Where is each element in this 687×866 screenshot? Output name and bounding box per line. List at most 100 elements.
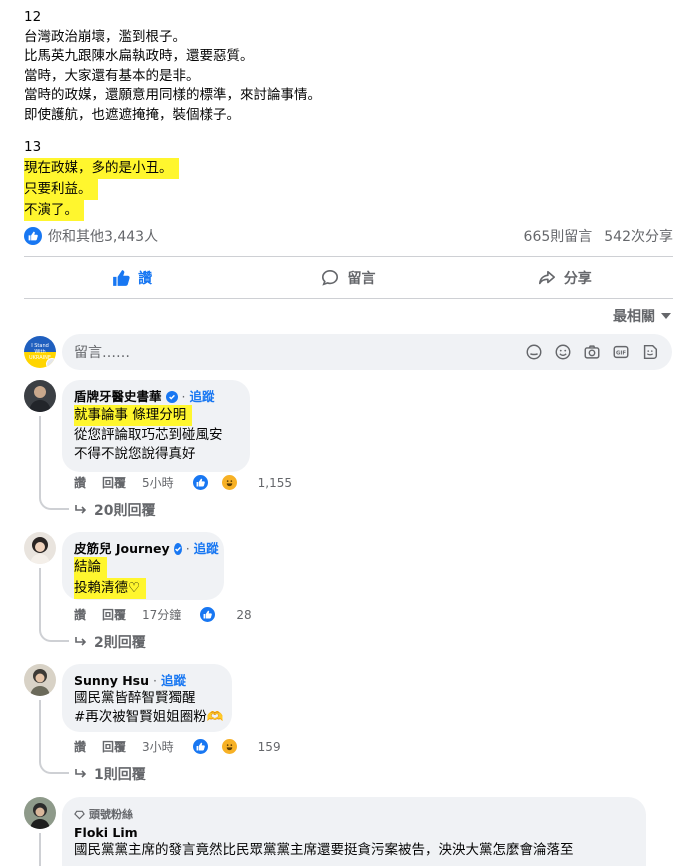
replies-label: 1則回覆 xyxy=(94,767,146,783)
share-button[interactable]: 分享 xyxy=(457,262,673,294)
thread-line xyxy=(39,416,41,496)
commenter-name[interactable]: Sunny Hsu xyxy=(74,672,149,689)
comment-like-button[interactable]: 讚 xyxy=(74,606,86,623)
like-reaction-icon xyxy=(199,606,217,623)
highlighted-text: 不演了。 xyxy=(24,199,84,221)
comment-text-line: 從您評論取巧芯到碰風安 xyxy=(74,427,223,443)
reply-arrow-icon xyxy=(75,505,87,514)
post-paragraph: 13 現在政媒，多的是小丑。 只要利益。 不演了。 xyxy=(24,138,674,221)
commenter-avatar[interactable] xyxy=(24,797,56,829)
comment-composer: I Stand With UKRAINE 留言…… GIF xyxy=(24,334,672,370)
post-action-bar: 讚 留言 分享 xyxy=(24,262,673,294)
comment-reactions[interactable]: 159 xyxy=(191,738,297,755)
comment-text-line: 不得不說您說得真好 xyxy=(74,446,196,462)
post-line: 台灣政治崩壞，濫到根子。 xyxy=(24,28,186,45)
post-line: 12 xyxy=(24,9,42,25)
divider xyxy=(24,256,673,257)
reaction-count: 1,155 xyxy=(257,475,293,490)
thread-line xyxy=(39,568,41,628)
like-reaction-icon xyxy=(24,227,42,245)
comment-reply-button[interactable]: 回覆 xyxy=(102,738,126,755)
reaction-count: 28 xyxy=(236,607,252,622)
follow-link[interactable]: 追蹤 xyxy=(190,388,215,405)
view-replies-button[interactable]: 1則回覆 xyxy=(74,764,146,784)
top-fan-badge[interactable]: 頭號粉絲 xyxy=(74,805,634,824)
comment-text-line: #再次被智賢姐姐圈粉🫶 xyxy=(74,709,224,725)
comment-text-line: 國民黨皆醉智賢獨醒 xyxy=(74,690,196,706)
comment-like-button[interactable]: 讚 xyxy=(74,474,86,491)
follow-link[interactable]: 追蹤 xyxy=(161,672,186,689)
comment-reply-button[interactable]: 回覆 xyxy=(102,606,126,623)
thread-line xyxy=(39,760,69,774)
user-avatar[interactable]: I Stand With UKRAINE xyxy=(24,336,56,368)
highlighted-text: 就事論事 條理分明 xyxy=(74,405,193,426)
thread-line xyxy=(39,833,41,866)
comment-button[interactable]: 留言 xyxy=(240,262,456,294)
like-reaction-icon xyxy=(191,474,209,491)
commenter-name[interactable]: Floki Lim xyxy=(74,824,138,841)
haha-reaction-icon xyxy=(220,474,238,491)
comment-input-placeholder: 留言…… xyxy=(74,345,130,361)
caret-down-icon xyxy=(661,313,671,319)
comment-timestamp[interactable]: 5小時 xyxy=(142,474,174,491)
svg-text:GIF: GIF xyxy=(616,350,626,356)
post-line: 當時的政媒，還願意用同樣的標準，來討論事情。 xyxy=(24,87,321,103)
reply-arrow-icon xyxy=(75,769,87,778)
gif-icon[interactable]: GIF xyxy=(611,342,631,362)
post-line: 13 xyxy=(24,139,42,155)
comments-count[interactable]: 665則留言 xyxy=(524,226,593,246)
replies-label: 20則回覆 xyxy=(94,503,156,519)
comment-text-line: 國民黨黨主席的發言竟然比民眾黨黨主席還要挺貪污案被告，泱泱大黨怎麼會淪落至 xyxy=(74,842,574,858)
commenter-name[interactable]: 盾牌牙醫史書華 xyxy=(74,388,162,405)
comment-bubble: 盾牌牙醫史書華 · 追蹤 就事論事 條理分明 從您評論取巧芯到碰風安 不得不說您… xyxy=(62,380,250,472)
camera-icon[interactable] xyxy=(582,342,602,362)
thread-line xyxy=(39,700,41,760)
comment-icon xyxy=(322,269,339,286)
replies-label: 2則回覆 xyxy=(94,635,146,651)
sort-label: 最相關 xyxy=(613,309,655,325)
highlighted-text: 投賴清德♡ xyxy=(74,578,147,599)
post-stats: 你和其他3,443人 665則留言 542次分享 xyxy=(24,224,673,248)
comment-reactions[interactable]: 28 xyxy=(199,606,267,623)
comment-meta: 讚 回覆 3小時 159 xyxy=(74,738,313,755)
view-replies-button[interactable]: 2則回覆 xyxy=(74,632,146,652)
emoji-icon[interactable] xyxy=(553,342,573,362)
like-button[interactable]: 讚 xyxy=(24,262,240,294)
comment-sort-dropdown[interactable]: 最相關 xyxy=(613,306,671,326)
haha-reaction-icon xyxy=(220,738,238,755)
comment-reply-button[interactable]: 回覆 xyxy=(102,474,126,491)
follow-link[interactable]: 追蹤 xyxy=(194,540,219,557)
highlighted-text: 現在政媒，多的是小丑。 xyxy=(24,157,179,179)
highlighted-text: 結論 xyxy=(74,557,107,578)
thread-line xyxy=(39,628,69,642)
reactions-summary[interactable]: 你和其他3,443人 xyxy=(48,226,158,246)
commenter-name[interactable]: 皮筋兒 Journey xyxy=(74,540,170,557)
commenter-avatar[interactable] xyxy=(24,664,56,696)
comment-like-button[interactable]: 讚 xyxy=(74,738,86,755)
comment-input[interactable]: 留言…… GIF xyxy=(62,334,672,370)
reaction-count: 159 xyxy=(257,739,281,754)
chevron-down-icon[interactable] xyxy=(46,358,56,368)
comment-timestamp[interactable]: 3小時 xyxy=(142,738,174,755)
share-button-label: 分享 xyxy=(563,271,592,287)
highlighted-text: 只要利益。 xyxy=(24,178,98,200)
thread-line xyxy=(39,496,69,510)
comment-reactions[interactable]: 1,155 xyxy=(191,474,308,491)
avatar-sticker-icon[interactable] xyxy=(524,342,544,362)
share-icon xyxy=(538,270,555,285)
view-replies-button[interactable]: 20則回覆 xyxy=(74,500,155,520)
comment-bubble: 頭號粉絲 Floki Lim 國民黨黨主席的發言竟然比民眾黨黨主席還要挺貪污案被… xyxy=(62,797,646,866)
shares-count[interactable]: 542次分享 xyxy=(604,226,673,246)
divider xyxy=(24,298,673,299)
comment-bubble: Sunny Hsu · 追蹤 國民黨皆醉智賢獨醒 #再次被智賢姐姐圈粉🫶 xyxy=(62,664,232,732)
commenter-avatar[interactable] xyxy=(24,380,56,412)
like-reaction-icon xyxy=(191,738,209,755)
comment-bubble: 皮筋兒 Journey · 追蹤 結論 投賴清德♡ xyxy=(62,532,224,600)
sticker-icon[interactable] xyxy=(640,342,660,362)
post-paragraph: 12 台灣政治崩壞，濫到根子。 比馬英九跟陳水扁執政時，還要惡質。 當時，大家還… xyxy=(24,8,674,125)
commenter-avatar[interactable] xyxy=(24,532,56,564)
comment-button-label: 留言 xyxy=(347,271,376,287)
post-line: 比馬英九跟陳水扁執政時，還要惡質。 xyxy=(24,48,254,64)
post-line: 當時，大家還有基本的是非。 xyxy=(24,67,200,84)
comment-timestamp[interactable]: 17分鐘 xyxy=(142,606,181,623)
